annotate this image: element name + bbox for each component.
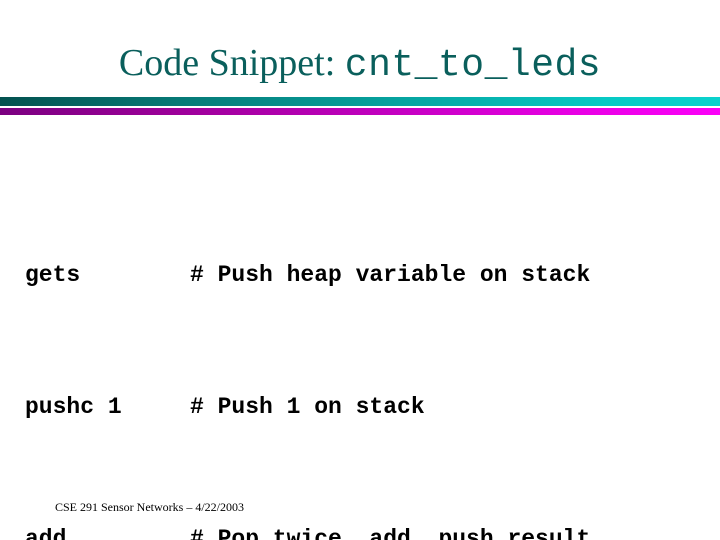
code-listing: gets # Push heap variable on stack pushc … xyxy=(25,160,604,540)
page-title-prefix: Code Snippet: xyxy=(118,42,345,84)
divider-bar-teal xyxy=(0,97,720,106)
code-instruction: add xyxy=(25,526,67,540)
slide-footer: CSE 291 Sensor Networks – 4/22/2003 xyxy=(55,500,244,514)
code-comment: # Push heap variable on stack xyxy=(190,262,591,288)
slide: Code Snippet: cnt_to_leds gets # Push hea… xyxy=(0,0,720,540)
code-comment: # Pop twice, add, push result xyxy=(190,526,591,540)
code-line: add # Pop twice, add, push result xyxy=(25,523,604,540)
code-line: pushc 1 # Push 1 on stack xyxy=(25,391,604,424)
page-title-code-name: cnt_to_leds xyxy=(344,44,602,87)
code-comment: # Push 1 on stack xyxy=(190,394,425,420)
divider-bar-magenta xyxy=(0,108,720,115)
code-instruction: gets xyxy=(25,262,81,288)
page-title: Code Snippet: cnt_to_leds xyxy=(0,44,720,85)
code-instruction: pushc 1 xyxy=(25,394,122,420)
code-line: gets # Push heap variable on stack xyxy=(25,259,604,292)
